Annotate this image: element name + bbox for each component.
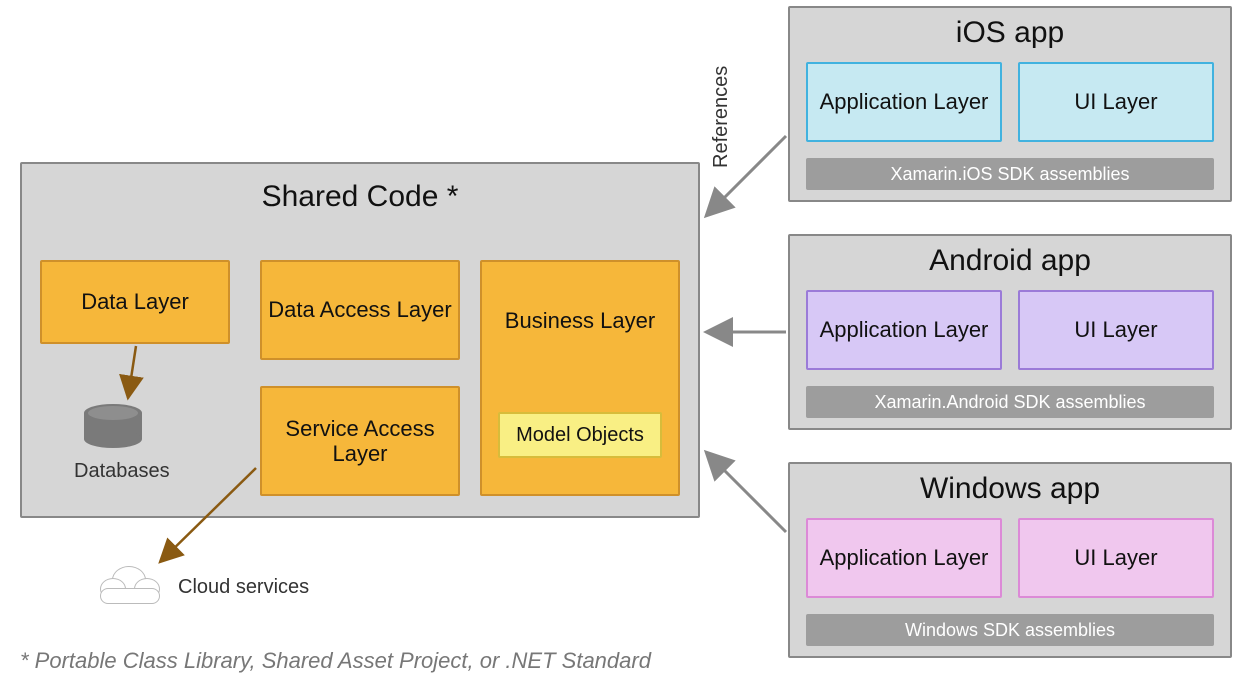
ios-sdk-label: Xamarin.iOS SDK assemblies xyxy=(890,164,1129,185)
windows-ui-layer-box: UI Layer xyxy=(1018,518,1214,598)
data-layer-box: Data Layer xyxy=(40,260,230,344)
ios-application-layer-box: Application Layer xyxy=(806,62,1002,142)
data-access-layer-label: Data Access Layer xyxy=(268,297,451,322)
android-sdk-bar: Xamarin.Android SDK assemblies xyxy=(806,386,1214,418)
windows-app-title: Windows app xyxy=(790,464,1230,506)
service-access-layer-label: Service Access Layer xyxy=(262,416,458,467)
android-ui-layer-label: UI Layer xyxy=(1074,317,1157,342)
data-access-layer-box: Data Access Layer xyxy=(260,260,460,360)
android-sdk-label: Xamarin.Android SDK assemblies xyxy=(874,392,1145,413)
ios-ui-layer-label: UI Layer xyxy=(1074,89,1157,114)
ios-sdk-bar: Xamarin.iOS SDK assemblies xyxy=(806,158,1214,190)
databases-label: Databases xyxy=(74,460,170,483)
model-objects-box: Model Objects xyxy=(498,412,662,458)
footnote: * Portable Class Library, Shared Asset P… xyxy=(20,648,651,674)
ios-application-layer-label: Application Layer xyxy=(820,89,989,114)
shared-code-title: Shared Code * xyxy=(22,164,698,214)
windows-application-layer-box: Application Layer xyxy=(806,518,1002,598)
ios-ui-layer-box: UI Layer xyxy=(1018,62,1214,142)
business-layer-label: Business Layer xyxy=(482,262,678,333)
business-layer-box: Business Layer xyxy=(480,260,680,496)
android-ui-layer-box: UI Layer xyxy=(1018,290,1214,370)
windows-sdk-bar: Windows SDK assemblies xyxy=(806,614,1214,646)
ios-app-title: iOS app xyxy=(790,8,1230,50)
cloud-services-label: Cloud services xyxy=(178,576,309,599)
windows-application-layer-label: Application Layer xyxy=(820,545,989,570)
windows-ui-layer-label: UI Layer xyxy=(1074,545,1157,570)
cloud-icon xyxy=(100,564,160,606)
service-access-layer-box: Service Access Layer xyxy=(260,386,460,496)
references-label: References xyxy=(710,66,733,168)
android-application-layer-box: Application Layer xyxy=(806,290,1002,370)
model-objects-label: Model Objects xyxy=(516,424,644,447)
data-layer-label: Data Layer xyxy=(81,289,189,314)
android-application-layer-label: Application Layer xyxy=(820,317,989,342)
android-app-title: Android app xyxy=(790,236,1230,278)
database-icon xyxy=(84,404,142,448)
windows-sdk-label: Windows SDK assemblies xyxy=(905,620,1115,641)
